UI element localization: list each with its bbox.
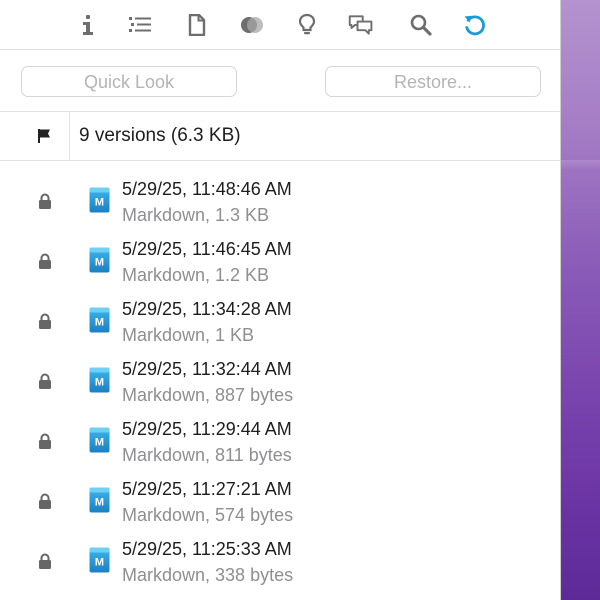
comments-icon[interactable]	[348, 12, 374, 38]
version-row[interactable]: M 5/29/25, 11:46:45 AM Markdown, 1.2 KB	[0, 230, 561, 290]
version-meta: Markdown, 811 bytes	[122, 445, 292, 465]
svg-text:M: M	[95, 437, 104, 449]
versions-header: 9 versions (6.3 KB)	[0, 112, 561, 161]
restore-button[interactable]: Restore...	[325, 66, 541, 97]
flag-icon[interactable]	[36, 128, 52, 144]
lock-icon	[39, 193, 51, 209]
version-meta: Markdown, 1.3 KB	[122, 205, 270, 225]
markdown-file-icon: M	[89, 487, 110, 513]
markdown-file-icon: M	[89, 367, 110, 393]
version-actions: Quick Look Restore...	[0, 50, 561, 112]
document-icon[interactable]	[184, 12, 210, 38]
version-row[interactable]: M 5/29/25, 11:27:21 AM Markdown, 574 byt…	[0, 470, 561, 530]
lock-icon	[39, 253, 51, 269]
lock-icon	[39, 433, 51, 449]
version-date: 5/29/25, 11:27:21 AM	[122, 479, 292, 499]
markdown-file-icon: M	[89, 187, 110, 213]
version-row[interactable]: M 5/29/25, 11:34:28 AM Markdown, 1 KB	[0, 290, 561, 350]
info-icon[interactable]	[75, 12, 101, 38]
version-row[interactable]: M 5/29/25, 11:48:46 AM Markdown, 1.3 KB	[0, 170, 561, 230]
color-circles-icon[interactable]	[239, 12, 265, 38]
version-meta: Markdown, 1 KB	[122, 325, 255, 345]
quick-look-button[interactable]: Quick Look	[21, 66, 237, 97]
lock-icon	[39, 553, 51, 569]
version-meta: Markdown, 574 bytes	[122, 505, 294, 525]
markdown-file-icon: M	[89, 427, 110, 453]
version-date: 5/29/25, 11:29:44 AM	[122, 419, 292, 439]
version-date: 5/29/25, 11:25:33 AM	[122, 539, 292, 559]
version-meta: Markdown, 887 bytes	[122, 385, 294, 405]
desktop-wallpaper	[561, 0, 600, 600]
version-date: 5/29/25, 11:46:45 AM	[122, 239, 292, 259]
lightbulb-icon[interactable]	[294, 12, 320, 38]
svg-text:M: M	[95, 557, 104, 569]
version-date: 5/29/25, 11:48:46 AM	[122, 179, 292, 199]
versions-summary: 9 versions (6.3 KB)	[79, 125, 241, 146]
inspector-toolbar	[0, 0, 561, 50]
version-history-icon[interactable]	[462, 12, 488, 38]
list-icon[interactable]	[127, 12, 153, 38]
version-meta: Markdown, 1.2 KB	[122, 265, 270, 285]
markdown-file-icon: M	[89, 547, 110, 573]
svg-text:M: M	[95, 317, 104, 329]
lock-icon	[39, 313, 51, 329]
svg-text:M: M	[95, 497, 104, 509]
search-icon[interactable]	[408, 12, 434, 38]
version-row[interactable]: M 5/29/25, 11:25:33 AM Markdown, 338 byt…	[0, 530, 561, 590]
markdown-file-icon: M	[89, 307, 110, 333]
version-date: 5/29/25, 11:34:28 AM	[122, 299, 292, 319]
version-meta: Markdown, 338 bytes	[122, 565, 294, 585]
lock-icon	[39, 373, 51, 389]
header-divider	[69, 112, 70, 160]
svg-text:M: M	[95, 197, 104, 209]
markdown-file-icon: M	[89, 247, 110, 273]
svg-text:M: M	[95, 377, 104, 389]
lock-icon	[39, 493, 51, 509]
versions-panel: Quick Look Restore... 9 versions (6.3 KB…	[0, 0, 561, 600]
version-date: 5/29/25, 11:32:44 AM	[122, 359, 292, 379]
version-row[interactable]: M 5/29/25, 11:29:44 AM Markdown, 811 byt…	[0, 410, 561, 470]
version-row[interactable]: M 5/29/25, 11:32:44 AM Markdown, 887 byt…	[0, 350, 561, 410]
svg-text:M: M	[95, 257, 104, 269]
wallpaper-highlight	[561, 160, 600, 170]
